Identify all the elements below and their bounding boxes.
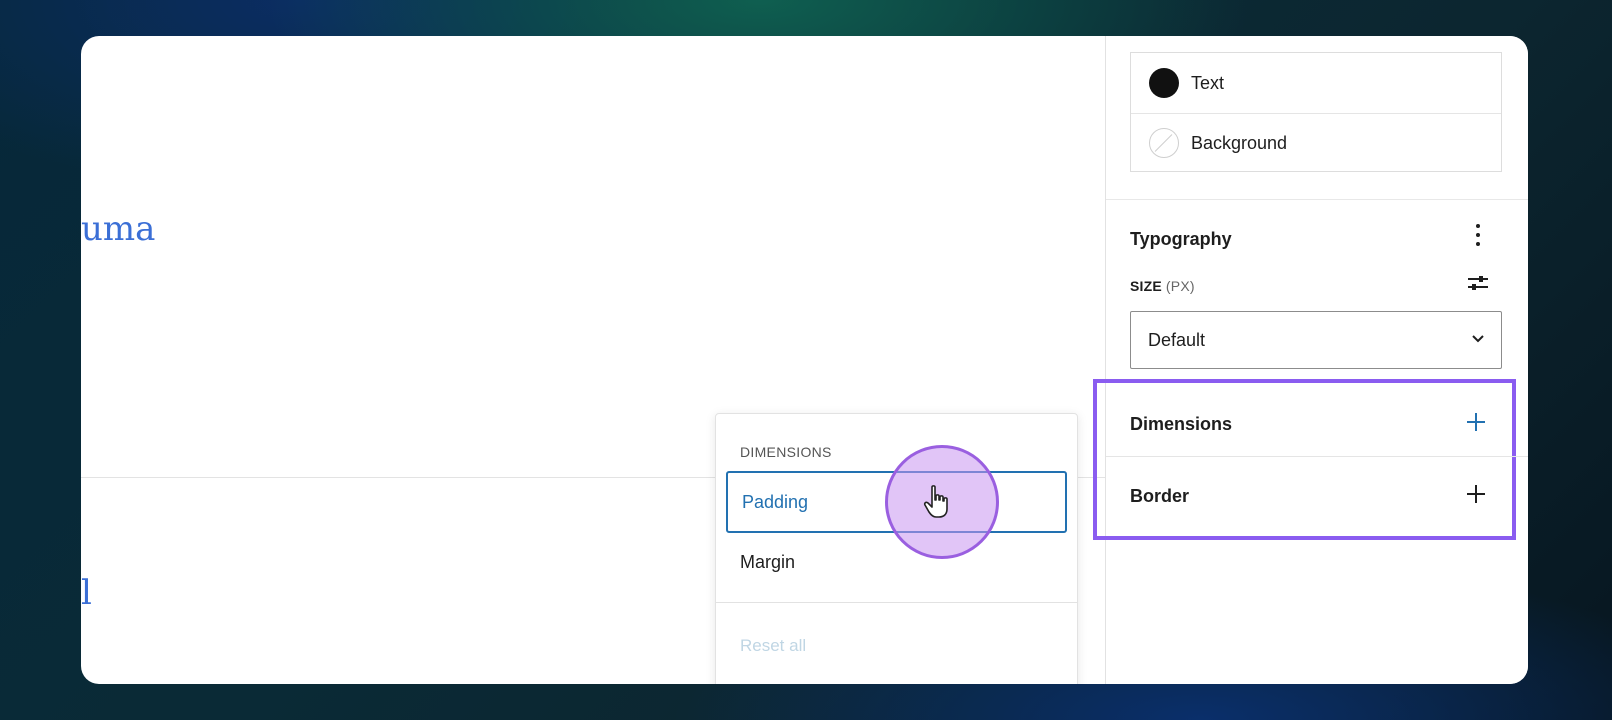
background-color-option[interactable]: Background xyxy=(1131,113,1501,173)
section-divider xyxy=(1106,199,1528,200)
hand-pointer-icon xyxy=(923,485,948,518)
app-window: uma l DIMENSIONS Padding Margin Reset al… xyxy=(81,36,1528,684)
size-unit: (PX) xyxy=(1165,278,1195,294)
editor-canvas: uma l DIMENSIONS Padding Margin Reset al… xyxy=(81,36,1105,684)
editor-text-fragment[interactable]: l xyxy=(81,576,92,610)
font-size-label: SIZE (PX) xyxy=(1130,278,1195,294)
chevron-down-icon xyxy=(1472,335,1484,343)
sliders-icon[interactable] xyxy=(1467,272,1489,294)
no-color-swatch-icon xyxy=(1149,128,1179,158)
settings-sidebar: Text Background Typography SIZE (PX) Defa… xyxy=(1093,36,1528,684)
font-size-value: Default xyxy=(1148,329,1206,350)
panel-divider xyxy=(1106,456,1528,457)
popover-divider xyxy=(716,602,1077,603)
reset-all-button[interactable]: Reset all xyxy=(740,636,806,656)
font-size-select[interactable]: Default xyxy=(1130,311,1502,369)
border-panel-header[interactable]: Border xyxy=(1106,464,1528,524)
dimensions-panel-header[interactable]: Dimensions xyxy=(1106,392,1528,452)
options-menu-icon[interactable] xyxy=(1474,224,1482,250)
color-settings: Text Background xyxy=(1130,52,1502,172)
editor-text-fragment[interactable]: uma xyxy=(81,212,155,246)
typography-title: Typography xyxy=(1130,229,1232,249)
color-swatch-icon xyxy=(1149,68,1179,98)
color-label: Text xyxy=(1191,72,1225,93)
dimensions-title: Dimensions xyxy=(1130,414,1233,434)
color-label: Background xyxy=(1191,132,1288,153)
plus-icon[interactable] xyxy=(1466,484,1486,504)
margin-option[interactable]: Margin xyxy=(726,531,1067,593)
text-color-option[interactable]: Text xyxy=(1131,53,1501,114)
border-title: Border xyxy=(1130,486,1190,506)
dimensions-popover: DIMENSIONS Padding Margin Reset all xyxy=(715,413,1078,684)
size-label-text: SIZE xyxy=(1130,278,1162,294)
popover-heading: DIMENSIONS xyxy=(740,444,832,460)
plus-icon[interactable] xyxy=(1466,412,1486,432)
